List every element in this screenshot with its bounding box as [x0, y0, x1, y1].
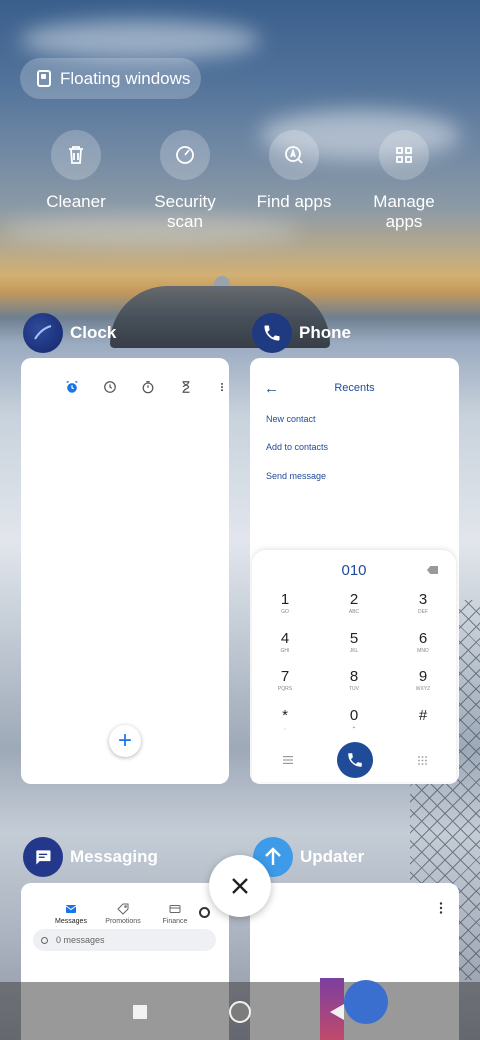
back-button[interactable] [330, 1004, 344, 1020]
add-alarm-button[interactable]: + [109, 725, 141, 757]
phone-card[interactable]: ← Recents New contact Add to contacts Se… [250, 358, 459, 784]
recents-button[interactable] [133, 1005, 147, 1019]
gauge-icon [160, 130, 210, 180]
dial-key-hash[interactable]: # [403, 708, 443, 724]
phone-app-icon [252, 313, 292, 353]
messaging-app-name: Messaging [70, 847, 158, 866]
clock-app-label[interactable]: Clock [23, 313, 116, 353]
security-scan-button[interactable]: Security scan [130, 130, 240, 232]
updater-app-label[interactable]: Updater [253, 837, 364, 877]
tab-promotions[interactable]: Promotions [103, 903, 143, 925]
cleaner-button[interactable]: Cleaner [21, 130, 131, 212]
add-to-contacts-link[interactable]: Add to contacts [266, 442, 328, 452]
home-button[interactable] [229, 1001, 251, 1023]
dial-key-6[interactable]: 6 MNO [403, 631, 443, 655]
clock-card[interactable]: + [21, 358, 229, 784]
clock-tab-bar [65, 380, 227, 394]
messages-search-field[interactable]: 0 messages [33, 929, 216, 951]
card-icon [169, 905, 181, 913]
messaging-app-label[interactable]: Messaging [23, 837, 158, 877]
messaging-tab-bar: Messages Promotions Finance [51, 903, 195, 925]
close-all-button[interactable] [209, 855, 271, 917]
dial-key-1[interactable]: 1 GO [265, 592, 305, 616]
new-contact-link[interactable]: New contact [266, 414, 316, 424]
phone-call-icon [348, 753, 362, 767]
security-scan-label: Security scan [154, 192, 216, 231]
tab-finance[interactable]: Finance [155, 903, 195, 925]
mail-icon [65, 905, 77, 913]
manage-apps-label: Manage apps [373, 192, 435, 231]
timer-icon[interactable] [141, 380, 155, 394]
trash-icon [51, 130, 101, 180]
clock-app-name: Clock [70, 323, 117, 342]
messaging-app-icon [23, 837, 63, 877]
phone-app-label[interactable]: Phone [252, 313, 351, 353]
messages-count: 0 messages [56, 935, 105, 945]
alarm-icon[interactable] [65, 380, 79, 394]
find-apps-label: Find apps [256, 192, 332, 211]
wallpaper-cloud [20, 20, 260, 60]
plus-icon: + [117, 727, 132, 754]
find-apps-button[interactable]: Find apps [239, 130, 349, 212]
floating-windows-label: Floating windows [60, 68, 191, 88]
dial-key-2[interactable]: 2 ABC [334, 592, 374, 616]
recents-title: Recents [334, 382, 375, 394]
dial-key-8[interactable]: 8 TUV [334, 669, 374, 693]
call-button[interactable] [337, 742, 373, 778]
close-icon [232, 878, 248, 894]
stopwatch-icon[interactable] [179, 380, 193, 394]
dialed-number: 010 [341, 562, 367, 579]
clock-app-icon [23, 313, 63, 353]
navigation-bar [0, 978, 480, 1040]
dialpad-toggle-icon[interactable] [418, 756, 427, 765]
updater-app-name: Updater [300, 847, 365, 866]
menu-icon[interactable] [283, 756, 293, 764]
floating-window-icon [37, 70, 51, 87]
dial-key-4[interactable]: 4 GHI [265, 631, 305, 655]
dial-key-5[interactable]: 5 JKL [334, 631, 374, 655]
settings-gear-icon[interactable] [199, 907, 210, 918]
tag-icon [117, 903, 129, 915]
manage-apps-button[interactable]: Manage apps [349, 130, 459, 232]
floating-windows-button[interactable]: Floating windows [20, 58, 201, 99]
dial-key-star[interactable]: *, [265, 708, 305, 732]
cleaner-label: Cleaner [46, 192, 106, 211]
find-apps-icon [269, 130, 319, 180]
dial-key-7[interactable]: 7 PQRS [265, 669, 305, 693]
grid-icon [379, 130, 429, 180]
dial-key-0[interactable]: 0 + [334, 708, 374, 732]
phone-header: ← Recents [264, 380, 459, 398]
send-message-link[interactable]: Send message [266, 471, 326, 481]
more-vert-icon[interactable] [438, 902, 444, 914]
more-vert-icon[interactable] [217, 380, 227, 394]
search-icon [41, 936, 48, 944]
dial-key-3[interactable]: 3 DEF [403, 592, 443, 616]
phone-app-name: Phone [299, 323, 351, 342]
dialpad: 010 1 GO 2 ABC 3 DEF 4 GHI 5 JKL 6 MNO 7 PQRS 8… [252, 550, 456, 782]
tab-messages[interactable]: Messages [51, 903, 91, 925]
clock-icon[interactable] [103, 380, 117, 394]
dial-key-9[interactable]: 9 WXYZ [403, 669, 443, 693]
